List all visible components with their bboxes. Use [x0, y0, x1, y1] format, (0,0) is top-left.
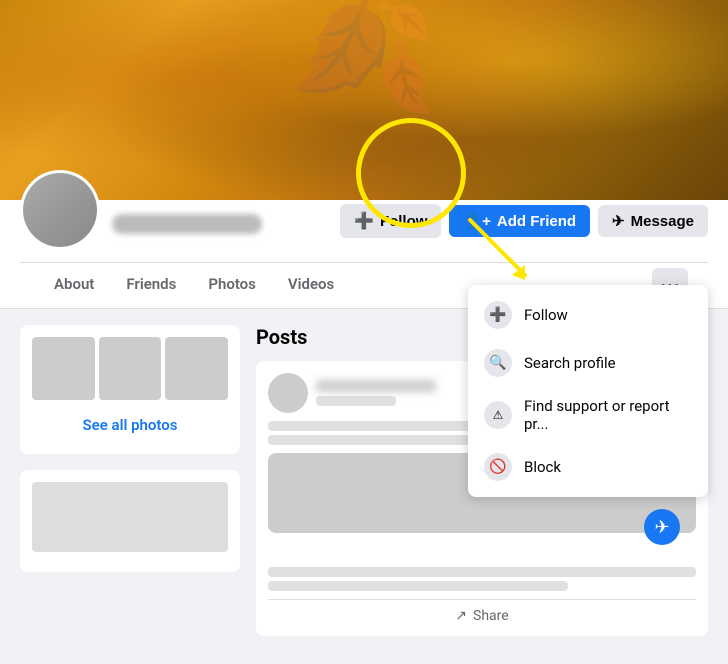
small-photo-placeholder	[32, 482, 228, 552]
photo-thumb	[99, 337, 162, 400]
dropdown-search-icon: 🔍	[484, 349, 512, 377]
dropdown-follow-label: Follow	[524, 306, 568, 324]
share-label: Share	[473, 608, 509, 624]
dropdown-report-label: Find support or report pr...	[524, 397, 692, 433]
message-button[interactable]: ✈ Message	[598, 205, 708, 237]
tab-about[interactable]: About	[40, 263, 108, 308]
profile-actions: ➕ Follow 👤+ Add Friend ✈ Message	[340, 204, 708, 250]
tab-photos[interactable]: Photos	[194, 263, 270, 308]
message-label: Message	[631, 213, 694, 230]
dropdown-block-icon: 🚫	[484, 453, 512, 481]
follow-button[interactable]: ➕ Follow	[340, 204, 441, 238]
post-content-line-2-short	[268, 581, 568, 591]
avatar	[20, 170, 100, 250]
photos-grid	[32, 337, 228, 400]
dropdown-follow-icon: ➕	[484, 301, 512, 329]
photo-thumb	[32, 337, 95, 400]
photos-card: See all photos	[20, 325, 240, 454]
follow-label: Follow	[380, 213, 428, 230]
share-icon: ↗	[455, 608, 467, 624]
dropdown-follow-item[interactable]: ➕ Follow	[468, 291, 708, 339]
add-friend-icon: 👤+	[463, 212, 490, 230]
dropdown-report-icon: ⚠	[484, 401, 512, 429]
message-icon: ✈	[612, 212, 625, 230]
photo-thumb	[165, 337, 228, 400]
post-content-line-2	[268, 567, 696, 577]
small-photo-card	[20, 470, 240, 572]
profile-name	[112, 214, 262, 234]
cover-photo	[0, 0, 728, 200]
profile-header: ➕ Follow 👤+ Add Friend ✈ Message	[20, 200, 708, 262]
post-date	[316, 396, 396, 406]
dropdown-search-profile-item[interactable]: 🔍 Search profile	[468, 339, 708, 387]
add-friend-label: Add Friend	[497, 213, 576, 230]
follow-icon: ➕	[354, 211, 374, 231]
post-share-row[interactable]: ↗ Share	[268, 599, 696, 624]
post-author-name	[316, 380, 436, 392]
tab-friends[interactable]: Friends	[112, 263, 190, 308]
messenger-icon: ✈	[644, 509, 680, 545]
dropdown-block-item[interactable]: 🚫 Block	[468, 443, 708, 491]
dropdown-search-profile-label: Search profile	[524, 354, 616, 372]
post-avatar	[268, 373, 308, 413]
post-meta	[316, 380, 436, 406]
tab-videos[interactable]: Videos	[274, 263, 348, 308]
add-friend-button[interactable]: 👤+ Add Friend	[449, 205, 590, 237]
left-column: See all photos	[20, 325, 240, 648]
see-all-photos-link[interactable]: See all photos	[32, 408, 228, 442]
dropdown-menu: ➕ Follow 🔍 Search profile ⚠ Find support…	[468, 285, 708, 497]
dropdown-block-label: Block	[524, 458, 561, 476]
dropdown-report-item[interactable]: ⚠ Find support or report pr...	[468, 387, 708, 443]
